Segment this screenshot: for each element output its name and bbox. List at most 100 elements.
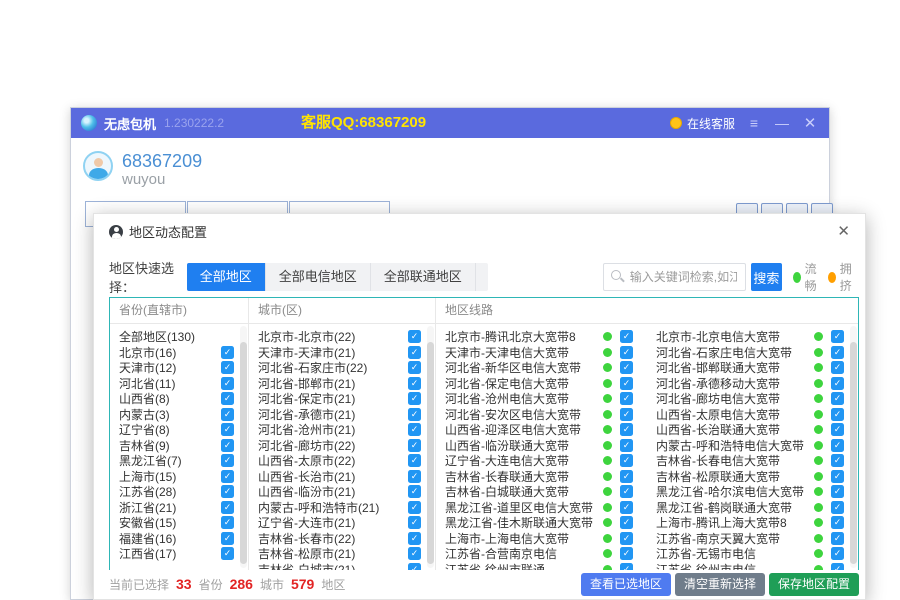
line-row[interactable]: 北京市-北京电信大宽带✓: [647, 329, 858, 345]
line-checkbox[interactable]: ✓: [831, 516, 844, 529]
line-row[interactable]: 吉林省-长春联通大宽带✓: [436, 469, 647, 485]
line-row[interactable]: 河北省-邯郸联通大宽带✓: [647, 360, 858, 376]
line-row[interactable]: 河北省-保定电信大宽带✓: [436, 376, 647, 392]
province-checkbox[interactable]: ✓: [221, 346, 234, 359]
line-row[interactable]: 江苏省-南京天翼大宽带✓: [647, 531, 858, 547]
city-checkbox[interactable]: ✓: [408, 454, 421, 467]
line-row[interactable]: 江苏省-合营南京电信✓: [436, 546, 647, 562]
line-row[interactable]: 江苏省-无锡市电信✓: [647, 546, 858, 562]
line-row[interactable]: 吉林省-松原联通大宽带✓: [647, 469, 858, 485]
province-checkbox[interactable]: ✓: [221, 423, 234, 436]
minimize-icon[interactable]: —: [773, 115, 791, 131]
online-service-button[interactable]: 在线客服: [670, 115, 735, 132]
footer-button-1[interactable]: 清空重新选择: [675, 573, 765, 596]
province-checkbox[interactable]: ✓: [221, 439, 234, 452]
line-row[interactable]: 上海市-上海电信大宽带✓: [436, 531, 647, 547]
city-row[interactable]: 河北省-保定市(21)✓: [249, 391, 435, 407]
province-checkbox[interactable]: ✓: [221, 408, 234, 421]
city-row[interactable]: 吉林省-白城市(21)✓: [249, 562, 435, 571]
province-row[interactable]: 浙江省(21)✓: [110, 500, 248, 516]
line-row[interactable]: 黑龙江省-哈尔滨电信大宽带✓: [647, 484, 858, 500]
line-checkbox[interactable]: ✓: [620, 454, 633, 467]
city-checkbox[interactable]: ✓: [408, 423, 421, 436]
line-checkbox[interactable]: ✓: [620, 547, 633, 560]
province-checkbox[interactable]: ✓: [221, 532, 234, 545]
line-checkbox[interactable]: ✓: [620, 346, 633, 359]
province-row[interactable]: 河北省(11)✓: [110, 376, 248, 392]
province-row[interactable]: 江苏省(28)✓: [110, 484, 248, 500]
line-row[interactable]: 河北省-廊坊电信大宽带✓: [647, 391, 858, 407]
city-checkbox[interactable]: ✓: [408, 346, 421, 359]
line-checkbox[interactable]: ✓: [831, 485, 844, 498]
line-checkbox[interactable]: ✓: [620, 423, 633, 436]
line-row[interactable]: 北京市-腾讯北京大宽带8✓: [436, 329, 647, 345]
province-row[interactable]: 福建省(16)✓: [110, 531, 248, 547]
line-checkbox[interactable]: ✓: [831, 346, 844, 359]
dialog-close-icon[interactable]: ✕: [837, 222, 850, 240]
city-row[interactable]: 天津市-天津市(21)✓: [249, 345, 435, 361]
line-row[interactable]: 河北省-新华区电信大宽带✓: [436, 360, 647, 376]
line-checkbox[interactable]: ✓: [831, 408, 844, 421]
line-checkbox[interactable]: ✓: [620, 408, 633, 421]
line-checkbox[interactable]: ✓: [620, 532, 633, 545]
line-row[interactable]: 上海市-腾讯上海大宽带8✓: [647, 515, 858, 531]
search-button[interactable]: 搜索: [751, 263, 782, 291]
city-checkbox[interactable]: ✓: [408, 408, 421, 421]
footer-button-0[interactable]: 查看已选地区: [581, 573, 671, 596]
line-checkbox[interactable]: ✓: [831, 563, 844, 570]
line-row[interactable]: 河北省-石家庄电信大宽带✓: [647, 345, 858, 361]
city-checkbox[interactable]: ✓: [408, 439, 421, 452]
line-checkbox[interactable]: ✓: [831, 377, 844, 390]
line-checkbox[interactable]: ✓: [831, 547, 844, 560]
province-row[interactable]: 江西省(17)✓: [110, 546, 248, 562]
line-row[interactable]: 河北省-安次区电信大宽带✓: [436, 407, 647, 423]
search-input[interactable]: [603, 263, 746, 291]
lines-scrollbar[interactable]: [850, 326, 857, 568]
city-checkbox[interactable]: ✓: [408, 501, 421, 514]
city-row[interactable]: 内蒙古-呼和浩特市(21)✓: [249, 500, 435, 516]
province-checkbox[interactable]: ✓: [221, 485, 234, 498]
province-row[interactable]: 北京市(16)✓: [110, 345, 248, 361]
province-checkbox[interactable]: ✓: [221, 392, 234, 405]
line-checkbox[interactable]: ✓: [831, 532, 844, 545]
line-row[interactable]: 辽宁省-大连电信大宽带✓: [436, 453, 647, 469]
city-row[interactable]: 河北省-石家庄市(22)✓: [249, 360, 435, 376]
line-row[interactable]: 江苏省-徐州市联通✓: [436, 562, 647, 571]
line-checkbox[interactable]: ✓: [831, 392, 844, 405]
line-row[interactable]: 江苏省-徐州市电信✓: [647, 562, 858, 571]
line-row[interactable]: 黑龙江省-鹤岗联通大宽带✓: [647, 500, 858, 516]
city-row[interactable]: 北京市-北京市(22)✓: [249, 329, 435, 345]
province-checkbox[interactable]: ✓: [221, 501, 234, 514]
line-row[interactable]: 山西省-迎泽区电信大宽带✓: [436, 422, 647, 438]
city-row[interactable]: 辽宁省-大连市(21)✓: [249, 515, 435, 531]
province-checkbox[interactable]: ✓: [221, 454, 234, 467]
city-row[interactable]: 河北省-承德市(21)✓: [249, 407, 435, 423]
province-row[interactable]: 黑龙江省(7)✓: [110, 453, 248, 469]
line-checkbox[interactable]: ✓: [620, 563, 633, 570]
city-row[interactable]: 山西省-太原市(22)✓: [249, 453, 435, 469]
line-checkbox[interactable]: ✓: [620, 377, 633, 390]
city-row[interactable]: 河北省-沧州市(21)✓: [249, 422, 435, 438]
city-checkbox[interactable]: ✓: [408, 361, 421, 374]
line-checkbox[interactable]: ✓: [831, 361, 844, 374]
city-checkbox[interactable]: ✓: [408, 516, 421, 529]
province-row[interactable]: 辽宁省(8)✓: [110, 422, 248, 438]
province-checkbox[interactable]: ✓: [221, 516, 234, 529]
line-row[interactable]: 内蒙古-呼和浩特电信大宽带✓: [647, 438, 858, 454]
line-checkbox[interactable]: ✓: [620, 485, 633, 498]
line-checkbox[interactable]: ✓: [620, 501, 633, 514]
province-checkbox[interactable]: ✓: [221, 547, 234, 560]
city-row[interactable]: 山西省-临汾市(21)✓: [249, 484, 435, 500]
province-scrollbar[interactable]: [240, 326, 247, 568]
line-row[interactable]: 天津市-天津电信大宽带✓: [436, 345, 647, 361]
province-checkbox[interactable]: ✓: [221, 361, 234, 374]
city-scrollbar[interactable]: [427, 326, 434, 568]
line-row[interactable]: 山西省-临汾联通大宽带✓: [436, 438, 647, 454]
province-row[interactable]: 内蒙古(3)✓: [110, 407, 248, 423]
city-row[interactable]: 河北省-廊坊市(22)✓: [249, 438, 435, 454]
city-row[interactable]: 吉林省-松原市(21)✓: [249, 546, 435, 562]
province-row[interactable]: 上海市(15)✓: [110, 469, 248, 485]
line-checkbox[interactable]: ✓: [620, 392, 633, 405]
line-row[interactable]: 河北省-承德移动大宽带✓: [647, 376, 858, 392]
window-close-icon[interactable]: ✕: [801, 114, 819, 132]
